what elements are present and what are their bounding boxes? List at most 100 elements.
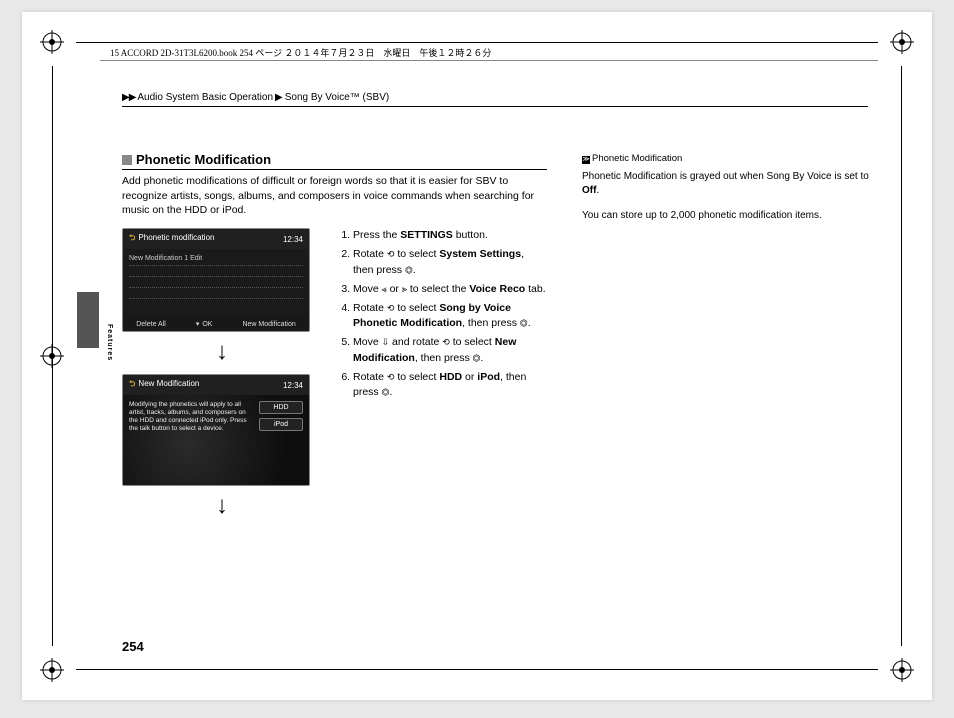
step-text: to select (394, 302, 439, 314)
section-tab-label: Features (106, 324, 113, 361)
list-row (129, 266, 303, 277)
step-keyword: Voice Reco (469, 283, 525, 295)
step-text: tab. (525, 283, 545, 295)
square-bullet-icon (122, 155, 132, 165)
step-text: to select (394, 371, 439, 383)
step-keyword: SETTINGS (400, 229, 453, 241)
registration-mark-icon (890, 658, 914, 682)
footer-label: Delete All (136, 320, 166, 328)
section-tab (77, 292, 99, 348)
step-text: . (528, 317, 531, 329)
down-arrow-icon: ↓ (122, 494, 322, 518)
step-text: . (413, 264, 416, 276)
intro-paragraph: Add phonetic modifications of difficult … (122, 174, 547, 218)
screenshot-header: ⮌Phonetic modification 12:34 (123, 229, 309, 249)
figure-column: ⮌Phonetic modification 12:34 New Modific… (122, 228, 322, 528)
screenshot-title: Phonetic modification (138, 233, 214, 242)
sidebar-text: . (596, 185, 599, 196)
section-heading: Phonetic Modification (122, 152, 547, 170)
screenshot-clock: 12:34 (283, 381, 303, 390)
step-text: , then press (415, 352, 473, 364)
step-item: Move ⇩ and rotate ⟲ to select New Modifi… (353, 335, 547, 365)
step-list: Press the SETTINGS button. Rotate ⟲ to s… (337, 228, 547, 400)
press-dial-icon: ⏣ (520, 319, 528, 328)
breadcrumb-arrows-icon: ▶▶ (122, 92, 135, 103)
step-text: Move (353, 336, 382, 348)
device-option-ipod: iPod (259, 418, 303, 431)
step-item: Move ⪡ or ⪢ to select the Voice Reco tab… (353, 282, 547, 297)
press-dial-icon: ⏣ (405, 266, 413, 275)
step-text: to select the (407, 283, 469, 295)
step-text: to select (394, 248, 439, 260)
sidebar-paragraph: Phonetic Modification is grayed out when… (582, 170, 882, 199)
screenshot-title: New Modification (138, 379, 199, 388)
sidebar-heading: ≫Phonetic Modification (582, 152, 882, 166)
return-icon: ⮌ (129, 233, 135, 242)
step-text: Move (353, 283, 382, 295)
screenshot-body: New Modification 1 Edit (123, 249, 309, 317)
step-keyword: System Settings (439, 248, 521, 260)
step-text: or (462, 371, 477, 383)
breadcrumb-seg: Song By Voice™ (SBV) (285, 92, 390, 103)
step-item: Press the SETTINGS button. (353, 228, 547, 243)
main-column: Phonetic Modification Add phonetic modif… (122, 152, 547, 528)
info-chevron-icon: ≫ (582, 156, 590, 164)
device-option-hdd: HDD (259, 401, 303, 414)
step-item: Rotate ⟲ to select Song by Voice Phoneti… (353, 301, 547, 331)
screenshot-clock: 12:34 (283, 235, 303, 244)
footer-label: ▾ OK (196, 320, 213, 328)
crop-line (901, 66, 902, 646)
step-keyword: HDD (439, 371, 462, 383)
step-text: Rotate (353, 371, 387, 383)
manual-page: 15 ACCORD 2D-31T3L6200.book 254 ページ ２０１４… (22, 12, 932, 700)
down-arrow-icon: ↓ (122, 340, 322, 364)
screenshot-buttons: HDD iPod (259, 401, 303, 479)
rotate-dial-icon: ⟲ (442, 338, 450, 347)
sidebar-text: Phonetic Modification is grayed out when… (582, 171, 869, 182)
screenshot-message: Modifying the phonetics will apply to al… (129, 401, 253, 479)
divider (122, 106, 868, 107)
screenshot-footer: Delete All ▾ OK New Modification (123, 317, 309, 331)
step-text: button. (453, 229, 488, 241)
sidebar-keyword: Off (582, 185, 596, 196)
move-down-icon: ⇩ (382, 338, 390, 347)
crop-line (76, 669, 878, 670)
sidebar-heading-text: Phonetic Modification (592, 153, 682, 164)
step-keyword: iPod (477, 371, 500, 383)
sidebar-paragraph: You can store up to 2,000 phonetic modif… (582, 209, 882, 224)
sidebar-column: ≫Phonetic Modification Phonetic Modifica… (582, 152, 882, 233)
step-text: Rotate (353, 302, 387, 314)
section-heading-text: Phonetic Modification (136, 152, 271, 167)
steps-column: Press the SETTINGS button. Rotate ⟲ to s… (337, 228, 547, 404)
registration-mark-icon (40, 30, 64, 54)
page-number: 254 (122, 639, 144, 654)
registration-mark-icon (40, 344, 64, 368)
divider (100, 60, 878, 61)
list-row (129, 277, 303, 288)
list-row: New Modification 1 Edit (129, 255, 303, 266)
device-screenshot-new-modification: ⮌New Modification 12:34 Modifying the ph… (122, 374, 310, 486)
footer-label: New Modification (242, 320, 295, 328)
return-icon: ⮌ (129, 379, 135, 388)
list-row (129, 288, 303, 299)
step-item: Rotate ⟲ to select HDD or iPod, then pre… (353, 370, 547, 400)
breadcrumb-seg: Audio System Basic Operation (137, 92, 273, 103)
framemaker-header: 15 ACCORD 2D-31T3L6200.book 254 ページ ２０１４… (110, 46, 491, 59)
registration-mark-icon (40, 658, 64, 682)
breadcrumb: ▶▶Audio System Basic Operation▶Song By V… (122, 92, 389, 103)
step-item: Rotate ⟲ to select System Settings, then… (353, 247, 547, 277)
step-text: Press the (353, 229, 400, 241)
step-text: . (389, 386, 392, 398)
device-screenshot-phonetic-list: ⮌Phonetic modification 12:34 New Modific… (122, 228, 310, 332)
breadcrumb-sep-icon: ▶ (275, 92, 283, 103)
step-text: , then press (462, 317, 520, 329)
crop-line (76, 42, 878, 43)
registration-mark-icon (890, 30, 914, 54)
step-text: or (387, 283, 402, 295)
step-text: . (480, 352, 483, 364)
step-text: Rotate (353, 248, 387, 260)
screenshot-body: Modifying the phonetics will apply to al… (123, 395, 309, 485)
content-area: Phonetic Modification Add phonetic modif… (122, 152, 882, 528)
screenshot-header: ⮌New Modification 12:34 (123, 375, 309, 395)
step-text: to select (450, 336, 495, 348)
